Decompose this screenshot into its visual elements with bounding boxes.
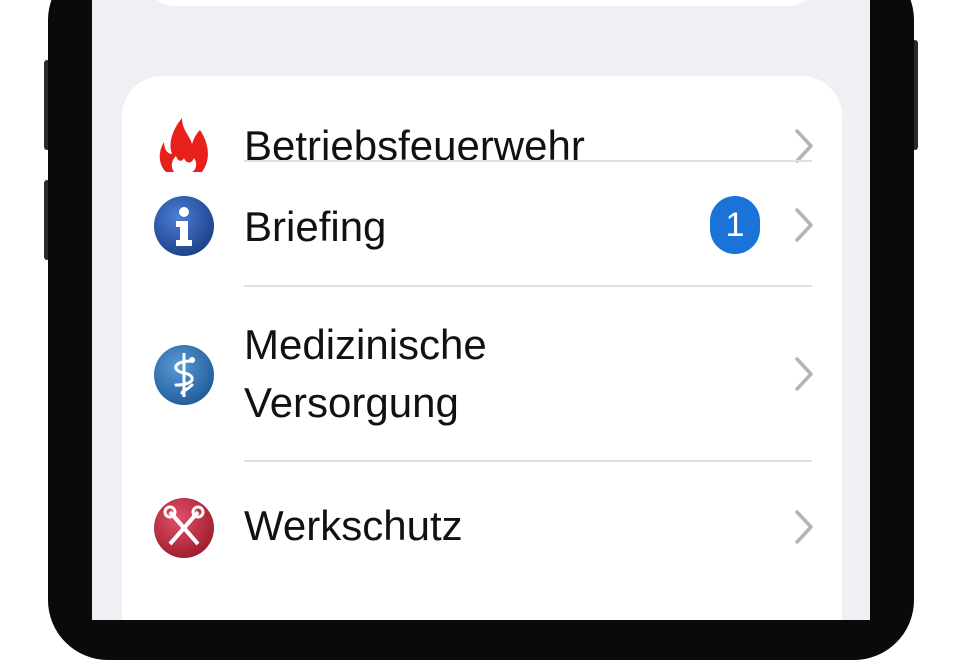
chevron-right-icon: [795, 208, 813, 242]
menu-item-medizinische-versorgung[interactable]: Medizinische Versorgung: [122, 287, 842, 461]
medical-caduceus-icon: [154, 345, 214, 405]
phone-screen: Betriebsfeuerwehr Briefing 1 Medizinisch…: [92, 0, 870, 620]
crossed-keys-icon: [154, 498, 214, 558]
menu-list: Betriebsfeuerwehr Briefing 1 Medizinisch…: [122, 76, 842, 620]
previous-section-card: [142, 0, 822, 6]
chevron-right-icon: [795, 510, 813, 544]
menu-item-label-line1: Medizinische: [244, 321, 487, 368]
menu-item-briefing[interactable]: Briefing 1: [122, 162, 842, 286]
menu-item-label: Briefing: [244, 203, 387, 250]
info-icon: [154, 196, 214, 256]
notification-badge: 1: [710, 196, 760, 254]
chevron-right-icon: [795, 357, 813, 391]
menu-item-werkschutz[interactable]: Werkschutz: [122, 462, 842, 582]
menu-item-label: Werkschutz: [244, 502, 463, 549]
menu-item-label-line2: Versorgung: [244, 379, 459, 426]
